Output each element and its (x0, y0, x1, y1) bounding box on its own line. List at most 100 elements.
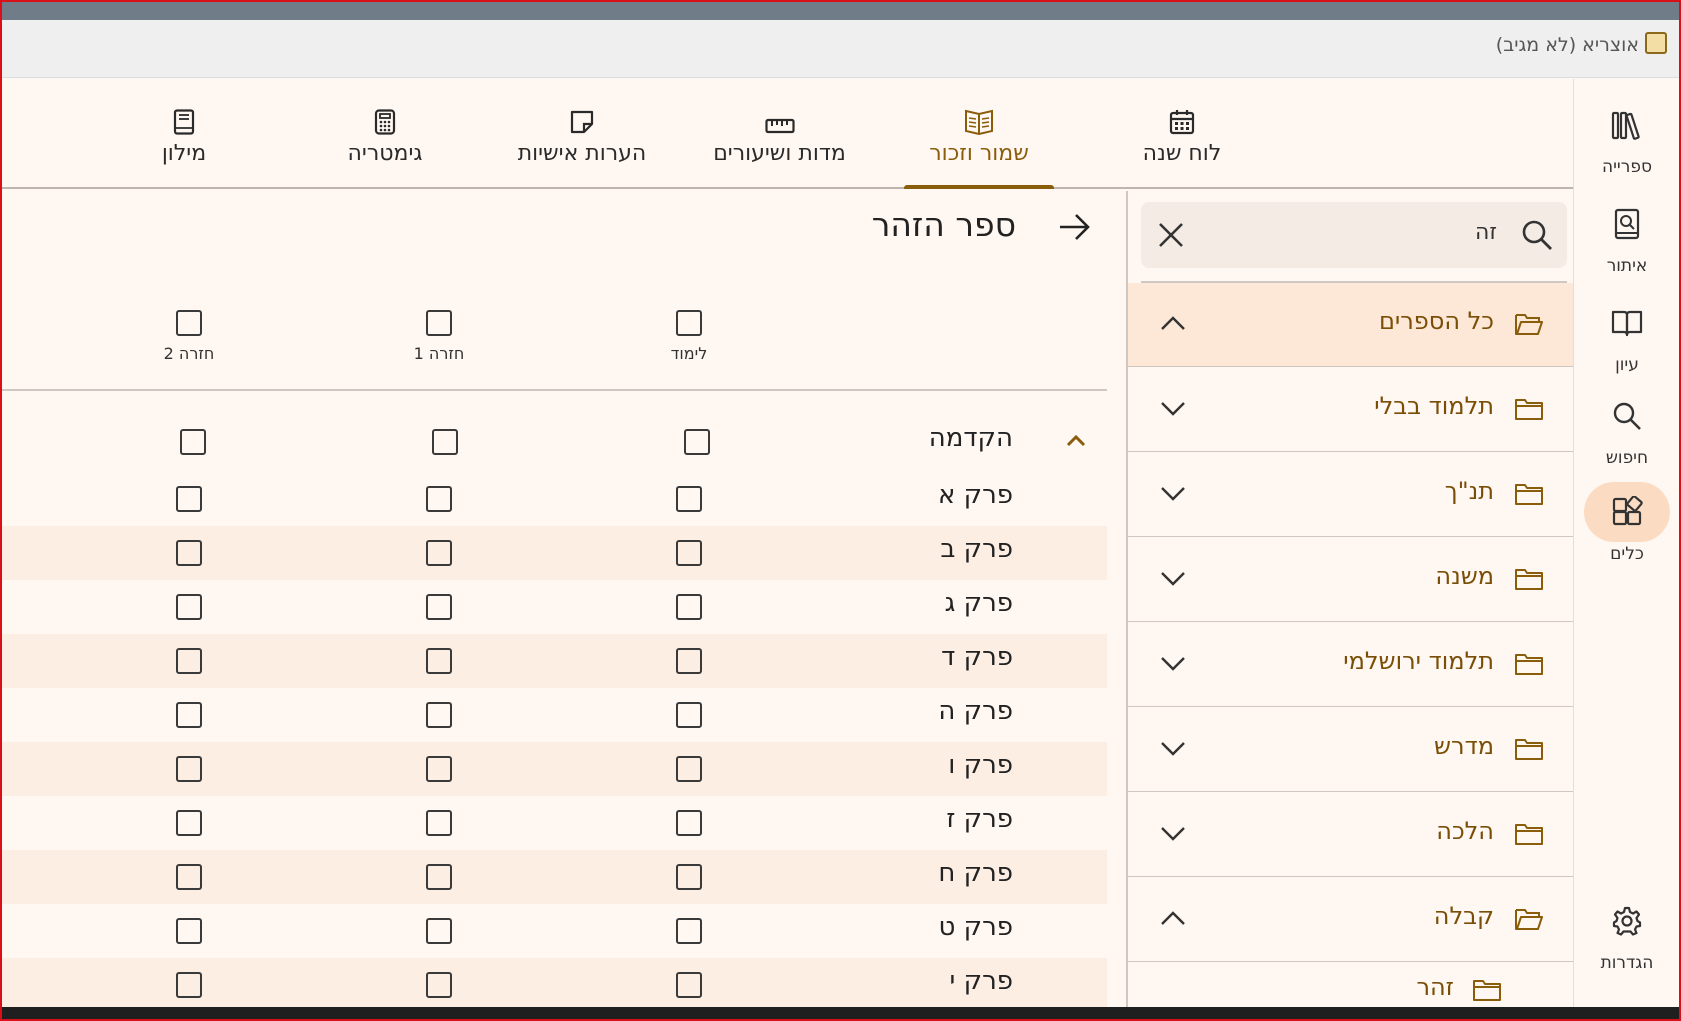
row-checkbox-review2[interactable] (176, 594, 202, 620)
chevron-down-icon (1158, 568, 1188, 588)
column-label: חזרה 1 (413, 344, 465, 363)
row-label: פרק ג (944, 588, 1013, 618)
tab-personal-notes[interactable]: הערות אישיות (507, 79, 657, 187)
row-checkbox-review2[interactable] (176, 756, 202, 782)
rail-item-find-book[interactable]: איתור (1574, 194, 1679, 276)
row-checkbox-review2[interactable] (176, 540, 202, 566)
row-checkbox-study[interactable] (676, 702, 702, 728)
rail-label: חיפוש (1605, 448, 1649, 468)
table-row: פרק ב (2, 526, 1107, 580)
row-checkbox-review2[interactable] (176, 918, 202, 944)
tab-dictionary[interactable]: מילון (134, 79, 234, 187)
table-row: פרק ד (2, 634, 1107, 688)
row-checkbox-review1[interactable] (426, 594, 452, 620)
tree-item-talmud-bavli[interactable]: תלמוד בבלי (1128, 368, 1578, 452)
row-checkbox-review1[interactable] (426, 864, 452, 890)
study-tracker-icon (904, 97, 1054, 139)
row-checkbox-review2[interactable] (176, 486, 202, 512)
table-row: פרק א (2, 472, 1107, 526)
tools-tab-bar: לוח שנה שמור וזכור מדות ושיעורים הערות א… (2, 79, 1576, 189)
rail-item-library[interactable]: ספרייה (1574, 95, 1679, 177)
tab-measures[interactable]: מדות ושיעורים (702, 79, 857, 187)
row-checkbox-review2[interactable] (180, 429, 206, 455)
tree-item-all-books[interactable]: כל הספרים (1128, 283, 1578, 367)
row-checkbox-study[interactable] (676, 864, 702, 890)
table-row: פרק ג (2, 580, 1107, 634)
row-checkbox-study[interactable] (676, 594, 702, 620)
row-checkbox-review1[interactable] (426, 972, 452, 998)
row-checkbox-review1[interactable] (426, 810, 452, 836)
row-checkbox-study[interactable] (676, 756, 702, 782)
row-checkbox-review2[interactable] (176, 810, 202, 836)
row-checkbox-review1[interactable] (432, 429, 458, 455)
rail-item-tools[interactable]: כלים (1574, 482, 1679, 564)
tree-item-tanach[interactable]: תנ"ך (1128, 453, 1578, 537)
row-label: פרק ד (941, 642, 1013, 672)
row-checkbox-study[interactable] (676, 972, 702, 998)
column-checkbox[interactable] (176, 310, 202, 336)
row-checkbox-study[interactable] (676, 918, 702, 944)
row-checkbox-study[interactable] (676, 540, 702, 566)
tree-item-zohar[interactable]: זהר (1128, 963, 1578, 1011)
tree-item-label: הלכה (1436, 817, 1494, 845)
chevron-down-icon (1158, 398, 1188, 418)
row-label: פרק ז (946, 804, 1013, 834)
folder-icon (1514, 566, 1544, 592)
rail-item-study[interactable]: עיון (1574, 293, 1679, 375)
row-checkbox-review2[interactable] (176, 864, 202, 890)
row-checkbox-review1[interactable] (426, 540, 452, 566)
chevron-up-icon[interactable] (1063, 431, 1089, 451)
library-icon (1584, 95, 1670, 155)
folder-icon (1514, 651, 1544, 677)
tree-item-talmud-yerushalmi[interactable]: תלמוד ירושלמי (1128, 623, 1578, 707)
chevron-down-icon (1158, 823, 1188, 843)
desktop-taskbar-strip (2, 2, 1679, 20)
back-arrow-icon[interactable] (1056, 209, 1092, 245)
table-row: פרק ה (2, 688, 1107, 742)
note-icon (507, 97, 657, 139)
find-book-icon (1584, 194, 1670, 254)
column-checkbox[interactable] (676, 310, 702, 336)
tree-item-midrash[interactable]: מדרש (1128, 708, 1578, 792)
tab-gematria[interactable]: גימטריה (320, 79, 450, 187)
gear-icon (1584, 891, 1670, 951)
column-label: חזרה 2 (163, 344, 215, 363)
tools-icon (1584, 482, 1670, 542)
library-tree-panel: זה כל הספרים תלמוד בבלי תנ"ך משנה תלמוד … (1126, 191, 1578, 1011)
rail-item-settings[interactable]: הגדרות (1574, 891, 1679, 973)
clear-search-icon[interactable] (1157, 221, 1185, 253)
row-checkbox-study[interactable] (676, 810, 702, 836)
row-label: פרק ח (938, 858, 1013, 888)
tab-study-tracker[interactable]: שמור וזכור (904, 79, 1054, 189)
column-label: לימוד (670, 344, 708, 363)
column-checkbox[interactable] (426, 310, 452, 336)
row-checkbox-study[interactable] (676, 486, 702, 512)
search-input[interactable]: זה (1141, 202, 1567, 268)
row-checkbox-study[interactable] (684, 429, 710, 455)
tab-label: מדות ושיעורים (713, 141, 846, 166)
section-label: הקדמה (928, 423, 1013, 453)
tree-item-halacha[interactable]: הלכה (1128, 793, 1578, 877)
row-checkbox-review2[interactable] (176, 972, 202, 998)
tab-label: מילון (161, 141, 207, 166)
tree-item-mishna[interactable]: משנה (1128, 538, 1578, 622)
chevron-down-icon (1158, 653, 1188, 673)
table-row: פרק ו (2, 742, 1107, 796)
column-header-study: לימוד (629, 310, 749, 363)
tree-item-kabbalah[interactable]: קבלה (1128, 878, 1578, 962)
tree-item-label: מדרש (1434, 732, 1494, 760)
row-checkbox-review1[interactable] (426, 918, 452, 944)
row-checkbox-review2[interactable] (176, 702, 202, 728)
tab-label: שמור וזכור (929, 141, 1029, 166)
row-checkbox-review2[interactable] (176, 648, 202, 674)
rail-item-search[interactable]: חיפוש (1574, 386, 1679, 468)
row-checkbox-review1[interactable] (426, 756, 452, 782)
row-checkbox-review1[interactable] (426, 648, 452, 674)
ruler-icon (702, 97, 857, 139)
tab-label: הערות אישיות (517, 141, 647, 166)
tab-calendar[interactable]: לוח שנה (1102, 79, 1262, 187)
row-checkbox-review1[interactable] (426, 486, 452, 512)
row-checkbox-study[interactable] (676, 648, 702, 674)
folder-icon (1514, 736, 1544, 762)
row-checkbox-review1[interactable] (426, 702, 452, 728)
